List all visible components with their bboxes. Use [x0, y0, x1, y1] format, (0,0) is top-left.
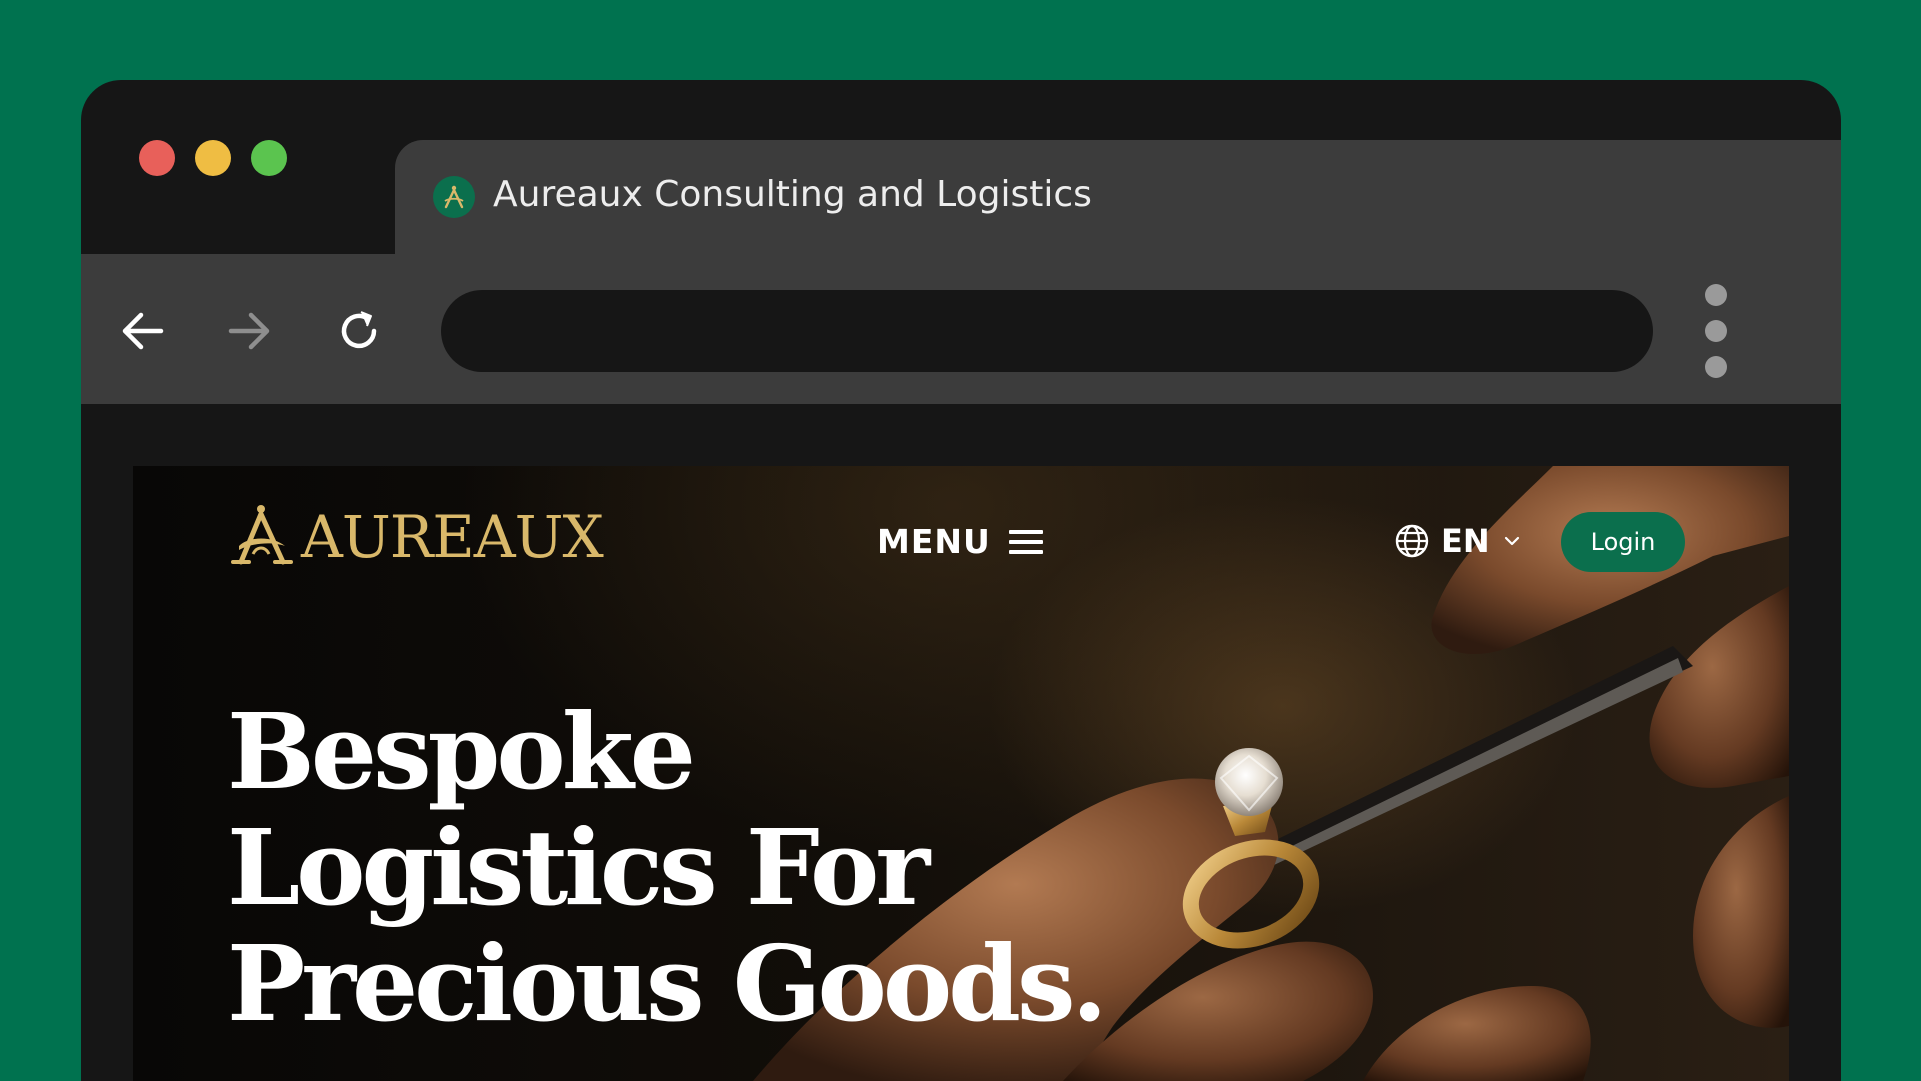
forward-arrow-icon[interactable] [222, 303, 278, 359]
browser-window: Aureaux Consulting and Logistics AUREAUX… [81, 80, 1841, 1081]
aureaux-favicon-icon [433, 176, 475, 218]
language-label: EN [1441, 522, 1490, 560]
brand-logo[interactable]: AUREAUX [229, 502, 604, 572]
address-bar[interactable] [441, 290, 1653, 372]
close-window-button[interactable] [139, 140, 175, 176]
globe-icon [1395, 524, 1429, 558]
hero-headline: Bespoke Logistics For Precious Goods. [227, 690, 1108, 1045]
chevron-down-icon [1504, 536, 1519, 546]
browser-toolbar [81, 254, 1841, 404]
language-selector[interactable]: EN [1395, 522, 1520, 560]
brand-name: AUREAUX [301, 503, 604, 571]
aureaux-monogram-icon [231, 505, 293, 565]
tab-title: Aureaux Consulting and Logistics [493, 174, 1092, 215]
menu-label: MENU [877, 522, 991, 561]
minimize-window-button[interactable] [195, 140, 231, 176]
page-viewport: AUREAUX MENU EN Login Bespoke Logistics … [133, 466, 1789, 1081]
kebab-menu-icon[interactable] [1699, 284, 1733, 378]
reload-icon[interactable] [331, 303, 387, 359]
login-button[interactable]: Login [1561, 512, 1685, 572]
maximize-window-button[interactable] [251, 140, 287, 176]
browser-tab[interactable]: Aureaux Consulting and Logistics [395, 140, 1841, 260]
menu-button[interactable]: MENU [877, 522, 1043, 561]
hamburger-icon [1008, 529, 1043, 554]
back-arrow-icon[interactable] [114, 303, 170, 359]
window-controls [139, 140, 287, 176]
